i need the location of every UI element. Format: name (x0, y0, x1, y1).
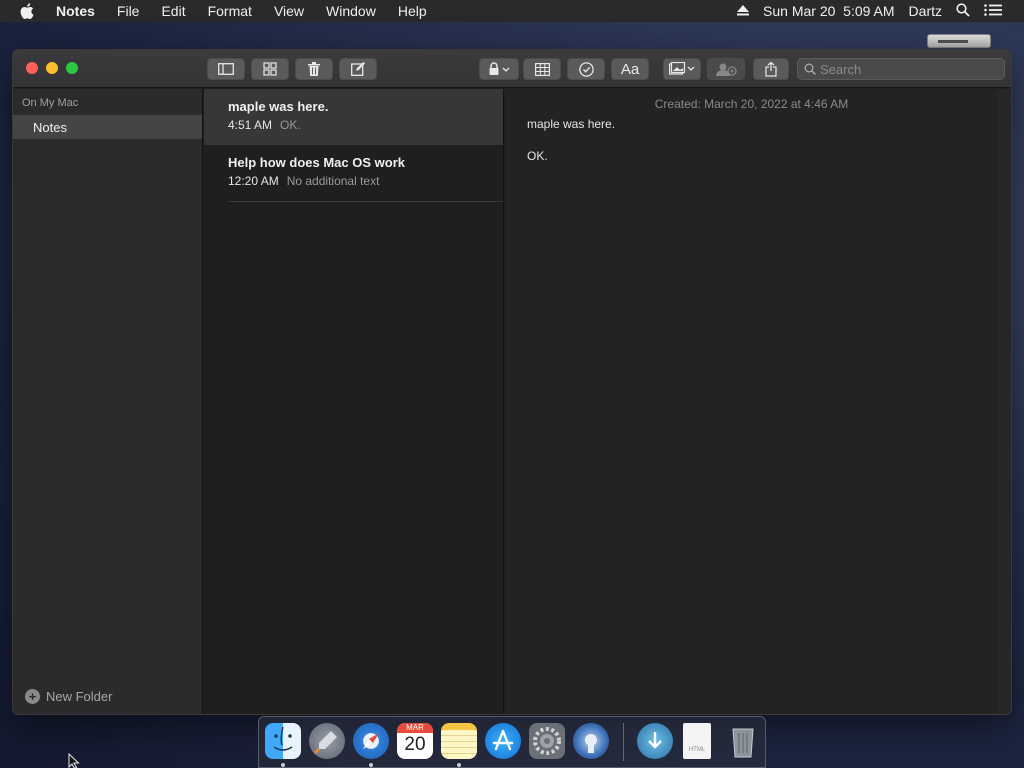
menu-bar: Notes File Edit Format View Window Help … (0, 0, 1024, 22)
running-indicator (369, 763, 373, 767)
toolbar: Aa (13, 50, 1011, 88)
created-date: Created: March 20, 2022 at 4:46 AM (654, 97, 849, 111)
menu-edit[interactable]: Edit (161, 3, 185, 19)
app-store-icon[interactable] (485, 723, 521, 759)
html-file-label: HTML (688, 747, 706, 753)
menu-view[interactable]: View (274, 3, 304, 19)
zoom-button[interactable] (66, 62, 78, 74)
note-preview: No additional text (286, 174, 380, 188)
dock-separator (623, 723, 624, 761)
notes-icon[interactable] (441, 723, 477, 759)
utility-icon[interactable] (573, 723, 609, 759)
calendar-day: 20 (404, 734, 426, 755)
lock-button[interactable] (479, 58, 519, 80)
note-item[interactable]: maple was here. 4:51 AM OK. (204, 89, 503, 145)
note-title: Help how does Mac OS work (228, 155, 405, 170)
close-button[interactable] (26, 62, 38, 74)
sidebar-item-notes[interactable]: Notes (13, 115, 202, 139)
checklist-icon (578, 61, 594, 77)
collaborate-button[interactable] (707, 58, 745, 80)
gallery-icon (263, 62, 277, 76)
menu-notes[interactable]: Notes (56, 3, 95, 19)
safari-icon[interactable] (353, 723, 389, 759)
eject-icon[interactable] (737, 3, 750, 19)
trash-icon (308, 62, 320, 76)
menu-window[interactable]: Window (326, 3, 376, 19)
delete-button[interactable] (295, 58, 333, 80)
spotlight-icon[interactable] (956, 2, 970, 20)
media-button[interactable] (663, 58, 701, 80)
notes-window: Aa On My Mac Notes + New Folder maple wa… (12, 49, 1012, 715)
new-folder-label: New Folder (46, 689, 113, 704)
running-indicator (457, 763, 461, 767)
note-item[interactable]: Help how does Mac OS work 12:20 AM No ad… (204, 145, 503, 201)
table-icon (534, 62, 550, 76)
media-icon (669, 62, 695, 75)
search-field[interactable] (797, 58, 1005, 80)
menu-file[interactable]: File (117, 3, 140, 19)
note-line[interactable]: maple was here. (527, 117, 998, 131)
share-icon (765, 61, 777, 77)
launchpad-icon[interactable] (309, 723, 345, 759)
new-note-button[interactable] (339, 58, 377, 80)
finder-icon[interactable] (265, 723, 301, 759)
folder-sidebar: On My Mac Notes + New Folder (13, 89, 203, 714)
clock[interactable]: Sun Mar 20 5:09 AM (763, 3, 895, 19)
menu-help[interactable]: Help (398, 3, 427, 19)
user-menu[interactable]: Dartz (909, 3, 942, 19)
html-file-icon[interactable]: HTML (683, 723, 711, 759)
share-button[interactable] (753, 58, 789, 80)
minimize-button[interactable] (46, 62, 58, 74)
running-indicator (281, 763, 285, 767)
collaborate-icon (716, 63, 737, 76)
dock: MAR 20 HTML (258, 716, 766, 768)
note-preview: OK. (280, 118, 301, 132)
note-title: maple was here. (228, 99, 329, 114)
note-time: 4:51 AM (228, 118, 273, 132)
new-folder-button[interactable]: + New Folder (25, 689, 112, 704)
trash-icon[interactable] (725, 723, 761, 759)
calendar-month: MAR (397, 723, 433, 733)
note-line[interactable]: OK. (527, 149, 998, 163)
sidebar-section-header: On My Mac (22, 97, 79, 109)
sidebar-toggle-icon (218, 63, 234, 75)
menu-format[interactable]: Format (208, 3, 252, 19)
apple-menu-icon[interactable] (20, 3, 38, 19)
downloads-icon[interactable] (637, 723, 673, 759)
calendar-icon[interactable]: MAR 20 (397, 723, 433, 759)
mouse-cursor-icon (68, 752, 80, 768)
note-list: maple was here. 4:51 AM OK. Help how doe… (204, 89, 504, 714)
compose-icon (351, 62, 365, 76)
search-input[interactable] (820, 61, 990, 77)
table-button[interactable] (523, 58, 561, 80)
note-time: 12:20 AM (228, 174, 279, 188)
desktop-drive-icon[interactable] (927, 34, 991, 48)
checklist-button[interactable] (567, 58, 605, 80)
gallery-view-button[interactable] (251, 58, 289, 80)
sidebar-toggle-button[interactable] (207, 58, 245, 80)
format-button[interactable]: Aa (611, 58, 649, 80)
system-preferences-icon[interactable] (529, 723, 565, 759)
notification-center-icon[interactable] (984, 3, 1002, 19)
search-icon (804, 63, 816, 75)
plus-icon: + (25, 689, 40, 704)
lock-icon (489, 62, 510, 75)
note-editor[interactable]: Created: March 20, 2022 at 4:46 AM maple… (505, 89, 999, 714)
note-body[interactable]: maple was here. OK. (505, 111, 998, 163)
scrollbar[interactable] (998, 89, 1011, 714)
divider (228, 201, 503, 202)
